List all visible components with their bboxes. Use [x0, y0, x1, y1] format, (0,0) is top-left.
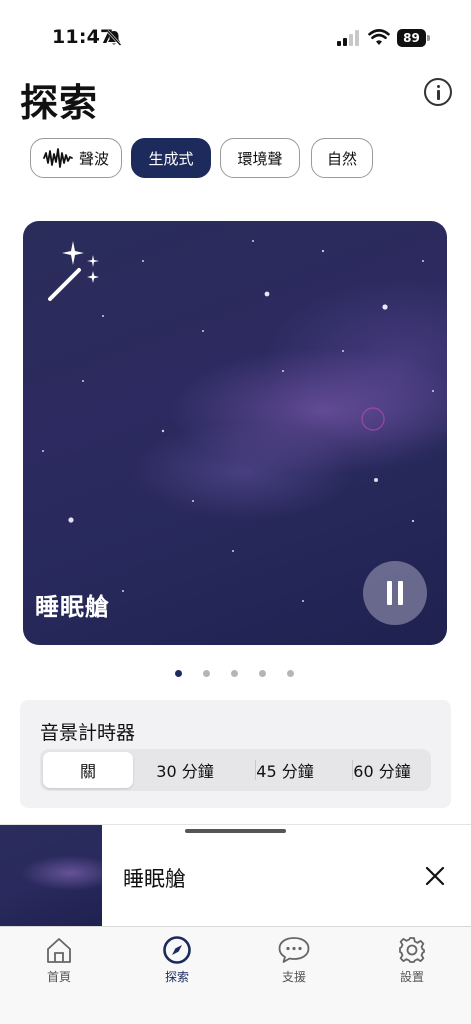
page-dot[interactable] — [259, 670, 266, 677]
chip-ambient[interactable]: 環境聲 — [220, 138, 300, 178]
drag-handle[interactable] — [185, 829, 286, 833]
battery-tip — [427, 35, 430, 41]
battery-indicator: 89 — [397, 29, 430, 47]
chip-label: 聲波 — [78, 149, 109, 168]
page-dot[interactable] — [287, 670, 294, 677]
card-title: 睡眠艙 — [35, 593, 110, 621]
compass-icon — [163, 936, 191, 964]
info-button[interactable] — [424, 78, 452, 106]
mini-player-artwork — [0, 825, 102, 927]
tab-label: 首頁 — [46, 970, 71, 984]
home-icon — [47, 938, 71, 963]
page-dot[interactable] — [231, 670, 238, 677]
mini-player-title: 睡眠艙 — [123, 867, 186, 891]
chip-label: 生成式 — [148, 149, 194, 168]
chip-generative[interactable]: 生成式 — [131, 138, 211, 178]
chip-label: 自然 — [326, 149, 357, 168]
wifi-icon — [368, 29, 390, 45]
tab-label: 支援 — [281, 970, 306, 984]
bell-muted-icon — [106, 30, 122, 46]
pause-icon — [387, 581, 392, 605]
page-dot[interactable] — [203, 670, 210, 677]
pause-button[interactable] — [363, 561, 427, 625]
chat-bubble-icon — [278, 937, 310, 963]
gear-icon — [399, 937, 425, 963]
chip-nature[interactable]: 自然 — [311, 138, 373, 178]
page-title: 探索 — [20, 81, 99, 125]
tab-label: 設置 — [399, 970, 424, 984]
tab-bar: 首頁 探索 支援 設置 — [0, 926, 471, 1024]
waveform-icon — [43, 148, 73, 168]
mini-player[interactable]: 睡眠艙 — [0, 824, 471, 927]
signal-icon — [337, 30, 359, 46]
timer-title: 音景計時器 — [40, 722, 136, 744]
pause-icon-bar — [398, 581, 403, 605]
tab-label: 探索 — [164, 970, 189, 984]
status-bar: 11:47 89 — [0, 0, 471, 60]
timer-option-60[interactable]: 60 分鐘 — [334, 752, 430, 788]
chip-label: 環境聲 — [237, 149, 283, 168]
info-icon-stem — [437, 90, 440, 100]
chip-sound-waves[interactable]: 聲波 — [30, 138, 122, 178]
tab-settings[interactable]: 設置 — [372, 935, 452, 991]
timer-option-off[interactable]: 關 — [43, 752, 133, 788]
tab-home[interactable]: 首頁 — [19, 935, 99, 991]
soundscape-timer-panel: 音景計時器 關 30 分鐘 45 分鐘 60 分鐘 — [20, 700, 451, 808]
tab-explore[interactable]: 探索 — [137, 935, 217, 991]
info-icon — [437, 85, 440, 88]
timer-option-45[interactable]: 45 分鐘 — [236, 752, 334, 788]
magic-wand-icon — [48, 241, 99, 301]
tab-support[interactable]: 支援 — [254, 935, 334, 991]
page-dot[interactable] — [175, 670, 182, 677]
close-icon[interactable] — [424, 865, 446, 887]
page-indicator — [175, 670, 294, 678]
timer-option-30[interactable]: 30 分鐘 — [136, 752, 234, 788]
battery-level: 89 — [397, 29, 426, 47]
soundscape-card[interactable]: 睡眠艙 — [23, 221, 447, 645]
timer-segmented-control: 關 30 分鐘 45 分鐘 60 分鐘 — [40, 749, 431, 791]
